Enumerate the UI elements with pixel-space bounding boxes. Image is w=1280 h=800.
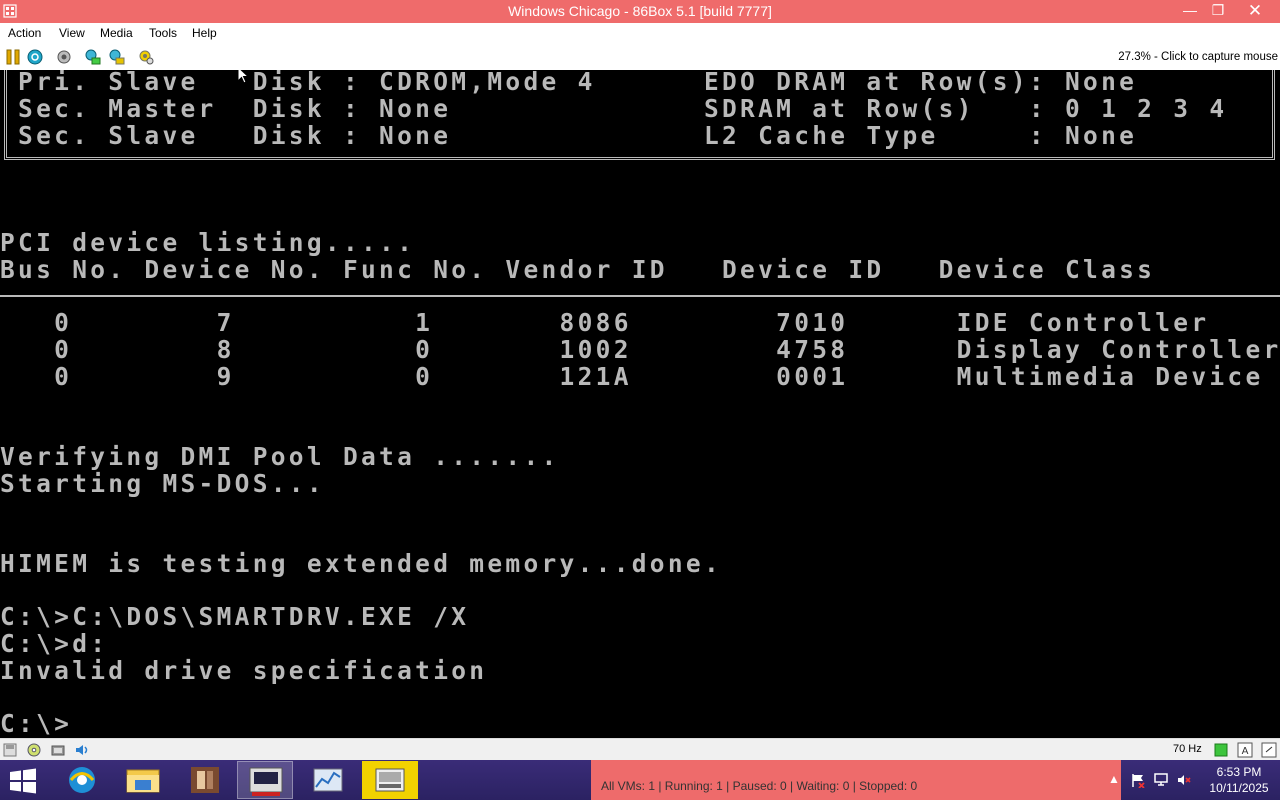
taskbar: All VMs: 1 | Running: 1 | Paused: 0 | Wa… [0, 760, 1280, 800]
text-mode-icon[interactable]: A [1237, 742, 1253, 758]
clock-date: 10/11/2025 [1209, 781, 1269, 795]
bios-line-3: Sec. Slave Disk : None L2 Cache Type : N… [0, 121, 1138, 150]
green-status-icon[interactable] [1213, 742, 1229, 758]
error-line: Invalid drive specification [0, 656, 488, 685]
clock-time: 6:53 PM [1216, 765, 1262, 779]
menu-tools[interactable]: Tools [149, 26, 177, 40]
file-explorer-taskbar-icon[interactable] [115, 761, 171, 799]
pci-row: 0 9 0 121A 0001 Multimedia Device NA [0, 362, 1280, 391]
command-line: C:\>d: [0, 629, 109, 658]
vm-status-panel: All VMs: 1 | Running: 1 | Paused: 0 | Wa… [591, 760, 1121, 800]
scroll-icon[interactable] [1261, 742, 1277, 758]
settings-icon[interactable] [137, 48, 155, 66]
himem-line: HIMEM is testing extended memory...done. [0, 549, 723, 578]
pci-row: 0 7 1 8086 7010 IDE Controller 14 [0, 308, 1280, 337]
pci-title: PCI device listing..... [0, 228, 416, 257]
menu-bar: Action View Media Tools Help [0, 23, 1280, 44]
pci-row: 0 8 0 1002 4758 Display Controller 11 [0, 335, 1280, 364]
reset-icon[interactable] [26, 48, 44, 66]
ctrl-alt-esc-icon[interactable] [84, 48, 102, 66]
toolbar: 27.3% - Click to capture mouse [0, 44, 1280, 70]
86box-vm-taskbar-button[interactable] [362, 761, 418, 799]
action-center-flag-icon[interactable] [1130, 772, 1146, 788]
close-button[interactable]: ✕ [1236, 0, 1274, 22]
title-bar: Windows Chicago - 86Box 5.1 [build 7777]… [0, 0, 1280, 23]
refresh-rate: 70 Hz [1173, 743, 1202, 755]
sound-icon[interactable] [74, 742, 90, 758]
emulator-screen[interactable]: Pri. Slave Disk : CDROM,Mode 4 EDO DRAM … [0, 70, 1280, 738]
86box-manager-icon [249, 767, 283, 796]
clock[interactable]: 6:53 PM 10/11/2025 [1200, 764, 1278, 796]
window-title: Windows Chicago - 86Box 5.1 [build 7777] [508, 3, 772, 19]
capture-mouse-status[interactable]: 27.3% - Click to capture mouse [1118, 51, 1278, 63]
86box-manager-taskbar-button[interactable] [237, 761, 293, 799]
app-taskbar-icon[interactable] [177, 761, 233, 799]
menu-help[interactable]: Help [192, 26, 217, 40]
performance-taskbar-icon[interactable] [300, 761, 356, 799]
cdrom-icon[interactable] [26, 742, 42, 758]
svg-text:A: A [1242, 746, 1249, 757]
volume-muted-icon[interactable] [1176, 772, 1192, 788]
mouse-cursor-icon [237, 70, 249, 84]
pci-divider [0, 295, 1280, 297]
menu-media[interactable]: Media [100, 26, 133, 40]
dmi-line: Verifying DMI Pool Data ....... [0, 442, 560, 471]
hard-reset-icon[interactable] [108, 48, 126, 66]
network-icon[interactable] [50, 742, 66, 758]
show-hidden-icons-icon[interactable]: ▲ [1106, 772, 1122, 788]
menu-action[interactable]: Action [8, 26, 41, 40]
menu-view[interactable]: View [59, 26, 85, 40]
ctrl-alt-del-icon[interactable] [55, 48, 73, 66]
status-bar: 70 Hz A [0, 738, 1280, 760]
bios-line-1: Pri. Slave Disk : CDROM,Mode 4 EDO DRAM … [0, 70, 1138, 96]
bios-line-2: Sec. Master Disk : None SDRAM at Row(s) … [0, 94, 1228, 123]
start-windows-icon[interactable] [8, 767, 38, 795]
network-tray-icon[interactable] [1153, 772, 1169, 788]
starting-msdos-line: Starting MS-DOS... [0, 469, 325, 498]
minimize-button[interactable]: — [1176, 0, 1204, 22]
pci-header: Bus No. Device No. Func No. Vendor ID De… [0, 255, 1280, 284]
floppy-icon[interactable] [2, 742, 18, 758]
dos-prompt: C:\> [0, 709, 73, 738]
vm-status-text: All VMs: 1 | Running: 1 | Paused: 0 | Wa… [601, 779, 918, 793]
86box-vm-icon [375, 768, 405, 792]
command-line: C:\>C:\DOS\SMARTDRV.EXE /X [0, 602, 470, 631]
pause-icon[interactable] [4, 48, 22, 66]
restore-button[interactable]: ❐ [1204, 0, 1232, 22]
ie-taskbar-icon[interactable] [54, 761, 110, 799]
